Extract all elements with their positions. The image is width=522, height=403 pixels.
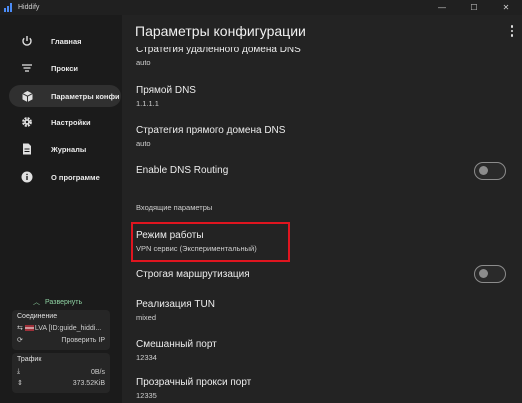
mixed-port-setting[interactable]: Смешанный порт 12334 [136, 339, 217, 362]
direct-dns-setting[interactable]: Прямой DNS 1.1.1.1 [136, 85, 196, 108]
sidebar-item-label: Настройки [51, 117, 91, 127]
title-bar: Hiddify — ☐ ✕ [0, 0, 522, 15]
setting-title: Прямой DNS [136, 85, 196, 96]
sidebar-item-settings[interactable]: Настройки [9, 111, 121, 133]
setting-value: 12335 [136, 391, 157, 400]
sidebar-item-proxies[interactable]: Прокси [9, 57, 121, 79]
sidebar: Главная Прокси Параметры конфи Настройки… [0, 15, 122, 403]
strict-route-setting[interactable]: Строгая маршрутизация [136, 269, 250, 280]
setting-title: Стратегия прямого домена DNS [136, 125, 286, 136]
window-title: Hiddify [18, 4, 40, 11]
setting-value: auto [136, 58, 151, 67]
setting-value: mixed [136, 313, 157, 322]
power-icon [16, 30, 38, 52]
sidebar-item-home[interactable]: Главная [9, 30, 121, 52]
dns-routing-toggle[interactable] [474, 162, 506, 180]
download-arrow-icon: ⤓ [17, 368, 21, 375]
download-speed-row: ⤓ 0B/s [17, 368, 105, 376]
section-header-inbound: Входящие параметры [136, 203, 213, 212]
sidebar-item-logs[interactable]: Журналы [9, 138, 121, 160]
setting-title: Реализация TUN [136, 299, 215, 310]
connection-profile[interactable]: ⇆ LVA [ID:guide_hiddi... [17, 324, 105, 333]
highlight-box [131, 222, 290, 262]
strict-route-toggle[interactable] [474, 265, 506, 283]
info-icon [16, 166, 38, 188]
setting-value: 1.1.1.1 [136, 99, 159, 108]
upload-total-row: ⇕ 373.52KiB [17, 379, 105, 388]
sidebar-item-label: Главная [51, 36, 82, 46]
gear-icon [16, 111, 38, 133]
setting-title: Прозрачный прокси порт [136, 377, 252, 388]
document-icon [16, 138, 38, 160]
app-bar: Параметры конфигурации [122, 15, 522, 47]
setting-value: 12334 [136, 353, 157, 362]
expand-button[interactable]: ︿ Развернуть [33, 297, 82, 307]
sidebar-item-label: Параметры конфи [51, 91, 119, 101]
traffic-title: Трафик [17, 356, 42, 363]
sidebar-item-label: Прокси [51, 63, 78, 73]
link-icon: ⇆ [17, 325, 23, 332]
profile-name: LVA [ID:guide_hiddi... [34, 324, 102, 332]
refresh-icon: ⟳ [17, 337, 23, 344]
toggle-knob [479, 166, 488, 175]
transparent-proxy-port-setting[interactable]: Прозрачный прокси порт 12335 [136, 377, 251, 400]
setting-title: Строгая маршрутизация [136, 269, 250, 280]
direct-dns-strategy-setting[interactable]: Стратегия прямого домена DNS auto [136, 125, 285, 148]
remote-dns-strategy-setting[interactable]: Стратегия удаленного домена DNS auto [136, 44, 301, 67]
page-title: Параметры конфигурации [135, 23, 306, 39]
dns-routing-setting[interactable]: Enable DNS Routing [136, 165, 228, 176]
chevron-up-icon: ︿ [33, 299, 40, 306]
sidebar-item-label: Журналы [51, 144, 87, 154]
traffic-card: Трафик ⤓ 0B/s ⇕ 373.52KiB [12, 353, 110, 393]
tun-implementation-setting[interactable]: Реализация TUN mixed [136, 299, 215, 322]
toggle-knob [479, 269, 488, 278]
more-options-button[interactable] [506, 22, 518, 40]
setting-title: Смешанный порт [136, 339, 217, 350]
transfer-arrows-icon: ⇕ [17, 380, 23, 387]
sidebar-item-config-options[interactable]: Параметры конфи [9, 85, 121, 107]
filter-list-icon [16, 57, 38, 79]
app-logo-icon [4, 3, 13, 12]
setting-title: Enable DNS Routing [136, 165, 229, 176]
check-ip-button[interactable]: ⟳ Проверить IP [17, 336, 105, 345]
more-vert-icon [510, 25, 514, 28]
sidebar-item-about[interactable]: О программе [9, 166, 121, 188]
download-speed: 0B/s [90, 368, 105, 376]
expand-label: Развернуть [45, 298, 83, 306]
latvia-flag-icon [24, 325, 34, 331]
sidebar-item-label: О программе [51, 172, 100, 182]
main-panel: Параметры конфигурации Стратегия удаленн… [122, 15, 522, 403]
minimize-button[interactable]: — [426, 0, 458, 15]
total-traffic: 373.52KiB [72, 379, 105, 387]
connection-card: Соединение ⇆ LVA [ID:guide_hiddi... ⟳ Пр… [12, 310, 110, 350]
maximize-button[interactable]: ☐ [458, 0, 490, 15]
cube-settings-icon [16, 85, 38, 107]
setting-value: auto [136, 139, 151, 148]
check-ip-label: Проверить IP [61, 336, 105, 344]
connection-title: Соединение [17, 313, 58, 320]
close-button[interactable]: ✕ [490, 0, 522, 15]
